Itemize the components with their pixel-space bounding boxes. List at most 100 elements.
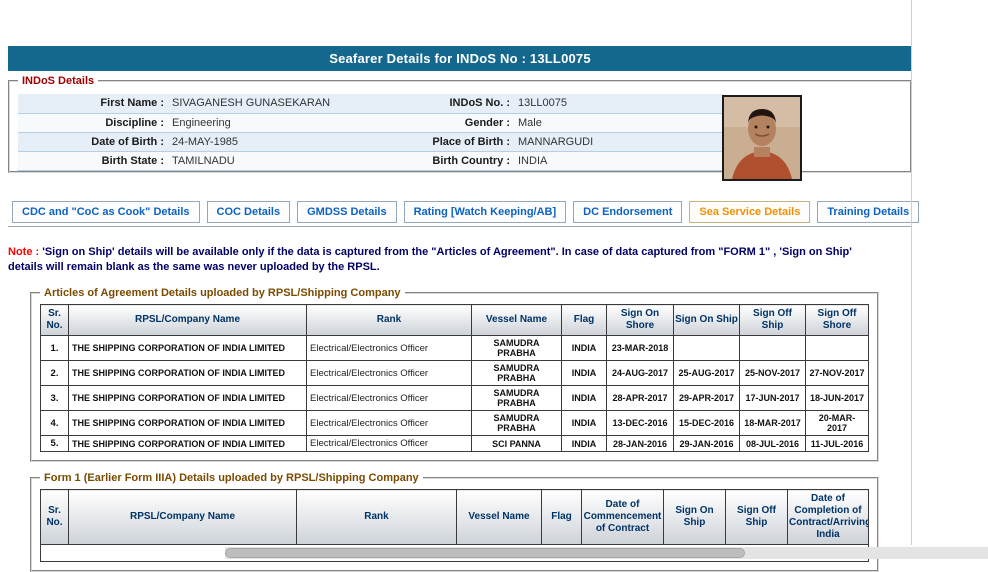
column-header-vessel: Vessel Name <box>457 490 542 545</box>
tab-dc-endorsement[interactable]: DC Endorsement <box>573 201 682 223</box>
articles-table: Sr. No. RPSL/Company Name Rank Vessel Na… <box>40 304 869 452</box>
form1-header-row: Sr. No. RPSL/Company Name Rank Vessel Na… <box>41 490 869 545</box>
first-name-value: SIVAGANESH GUNASEKARAN <box>168 94 356 113</box>
table-row: 2. THE SHIPPING CORPORATION OF INDIA LIM… <box>41 361 869 386</box>
cell-rank: Electrical/Electronics Officer <box>307 336 472 361</box>
column-header-vessel: Vessel Name <box>472 305 562 336</box>
note-prefix: Note : <box>8 246 39 258</box>
tab-cdc-coc-as-cook-details[interactable]: CDC and "CoC as Cook" Details <box>12 201 200 223</box>
discipline-value: Engineering <box>168 113 356 132</box>
birth-country-value: INDIA <box>514 151 724 170</box>
content-right-divider <box>911 0 912 545</box>
cell-sign-on-shore: 24-AUG-2017 <box>607 361 674 386</box>
cell-flag: INDIA <box>562 386 607 411</box>
tab-sea-service-details[interactable]: Sea Service Details <box>689 201 810 223</box>
cell-sign-off-shore <box>806 336 869 361</box>
column-header-sign-on-shore: Sign On Shore <box>607 305 674 336</box>
tab-coc-details[interactable]: COC Details <box>207 201 291 223</box>
column-header-rank: Rank <box>307 305 472 336</box>
column-header-commencement-date: Date of Commencement of Contract <box>582 490 664 545</box>
column-header-company: RPSL/Company Name <box>69 490 297 545</box>
table-row: 1. THE SHIPPING CORPORATION OF INDIA LIM… <box>41 336 869 361</box>
column-header-flag: Flag <box>562 305 607 336</box>
horizontal-scrollbar[interactable] <box>225 547 988 559</box>
note-text: Note : 'Sign on Ship' details will be av… <box>8 245 876 275</box>
cell-vessel-name: SAMUDRA PRABHA <box>472 361 562 386</box>
cell-sign-off-shore: 27-NOV-2017 <box>806 361 869 386</box>
column-header-sr-no: Sr. No. <box>41 305 69 336</box>
cell-sr-no: 1. <box>41 336 69 361</box>
column-header-completion-date: Date of Completion of Contract/Arriving … <box>788 490 869 545</box>
tab-rating-watch-keeping-ab[interactable]: Rating [Watch Keeping/AB] <box>404 201 567 223</box>
cell-sign-on-ship: 15-DEC-2016 <box>674 411 740 436</box>
field-row: Date of Birth : 24-MAY-1985 Place of Bir… <box>18 132 724 151</box>
cell-flag: INDIA <box>562 361 607 386</box>
cell-vessel-name: SAMUDRA PRABHA <box>472 411 562 436</box>
cell-rank: Electrical/Electronics Officer <box>307 361 472 386</box>
page-title: Seafarer Details for INDoS No : 13LL0075 <box>8 46 912 71</box>
column-header-sign-on-ship: Sign On Ship <box>664 490 726 545</box>
cell-sign-off-ship: 17-JUN-2017 <box>740 386 806 411</box>
discipline-label: Discipline : <box>18 113 168 132</box>
cell-company-name: THE SHIPPING CORPORATION OF INDIA LIMITE… <box>69 386 307 411</box>
cell-vessel-name: SAMUDRA PRABHA <box>472 386 562 411</box>
birth-country-label: Birth Country : <box>356 151 514 170</box>
indos-fields-table: First Name : SIVAGANESH GUNASEKARAN INDo… <box>18 94 724 171</box>
cell-flag: INDIA <box>562 336 607 361</box>
indos-no-label: INDoS No. : <box>356 94 514 113</box>
column-header-sign-off-shore: Sign Off Shore <box>806 305 869 336</box>
cell-sr-no: 4. <box>41 411 69 436</box>
column-header-sign-off-ship: Sign Off Ship <box>726 490 788 545</box>
seafarer-photo <box>722 95 802 181</box>
cell-rank: Electrical/Electronics Officer <box>307 411 472 436</box>
cell-flag: INDIA <box>562 436 607 452</box>
note-body: 'Sign on Ship' details will be available… <box>8 246 852 273</box>
cell-sign-on-shore: 23-MAR-2018 <box>607 336 674 361</box>
cell-vessel-name: SCI PANNA <box>472 436 562 452</box>
indos-details-section: INDoS Details First Name : SIVAGANESH GU… <box>8 75 912 173</box>
column-header-sign-on-ship: Sign On Ship <box>674 305 740 336</box>
cell-company-name: THE SHIPPING CORPORATION OF INDIA LIMITE… <box>69 336 307 361</box>
articles-section-legend: Articles of Agreement Details uploaded b… <box>40 287 405 299</box>
tab-training-details[interactable]: Training Details <box>817 201 919 223</box>
field-row: First Name : SIVAGANESH GUNASEKARAN INDo… <box>18 94 724 113</box>
articles-of-agreement-section: Articles of Agreement Details uploaded b… <box>30 287 879 462</box>
articles-header-row: Sr. No. RPSL/Company Name Rank Vessel Na… <box>41 305 869 336</box>
column-header-sign-off-ship: Sign Off Ship <box>740 305 806 336</box>
cell-sign-off-ship: 25-NOV-2017 <box>740 361 806 386</box>
cell-rank: Electrical/Electronics Officer <box>307 436 472 452</box>
first-name-label: First Name : <box>18 94 168 113</box>
table-row: 4. THE SHIPPING CORPORATION OF INDIA LIM… <box>41 411 869 436</box>
cell-company-name: THE SHIPPING CORPORATION OF INDIA LIMITE… <box>69 361 307 386</box>
cell-sign-on-ship: 29-JAN-2016 <box>674 436 740 452</box>
cell-sign-on-ship <box>674 336 740 361</box>
column-header-flag: Flag <box>542 490 582 545</box>
birth-state-value: TAMILNADU <box>168 151 356 170</box>
cell-sign-off-shore: 20-MAR-2017 <box>806 411 869 436</box>
tab-gmdss-details[interactable]: GMDSS Details <box>297 201 396 223</box>
cell-sign-off-ship: 18-MAR-2017 <box>740 411 806 436</box>
cell-sign-off-ship <box>740 336 806 361</box>
horizontal-scrollbar-thumb[interactable] <box>225 548 745 558</box>
cell-sr-no: 5. <box>41 436 69 452</box>
cell-sign-off-ship: 08-JUL-2016 <box>740 436 806 452</box>
cell-sr-no: 3. <box>41 386 69 411</box>
date-of-birth-value: 24-MAY-1985 <box>168 132 356 151</box>
form1-section-legend: Form 1 (Earlier Form IIIA) Details uploa… <box>40 472 423 484</box>
cell-sign-on-shore: 28-APR-2017 <box>607 386 674 411</box>
column-header-rank: Rank <box>297 490 457 545</box>
cell-company-name: THE SHIPPING CORPORATION OF INDIA LIMITE… <box>69 411 307 436</box>
column-header-sr-no: Sr. No. <box>41 490 69 545</box>
indos-details-legend: INDoS Details <box>18 75 98 87</box>
cell-sr-no: 2. <box>41 361 69 386</box>
cell-rank: Electrical/Electronics Officer <box>307 386 472 411</box>
cell-company-name: THE SHIPPING CORPORATION OF INDIA LIMITE… <box>69 436 307 452</box>
cell-sign-off-shore: 18-JUN-2017 <box>806 386 869 411</box>
cell-sign-on-ship: 25-AUG-2017 <box>674 361 740 386</box>
seafarer-photo-image <box>724 97 800 179</box>
cell-sign-on-shore: 13-DEC-2016 <box>607 411 674 436</box>
table-row: 5. THE SHIPPING CORPORATION OF INDIA LIM… <box>41 436 869 452</box>
tab-strip: CDC and "CoC as Cook" Details COC Detail… <box>8 201 912 227</box>
cell-sign-on-shore: 28-JAN-2016 <box>607 436 674 452</box>
field-row: Birth State : TAMILNADU Birth Country : … <box>18 151 724 170</box>
